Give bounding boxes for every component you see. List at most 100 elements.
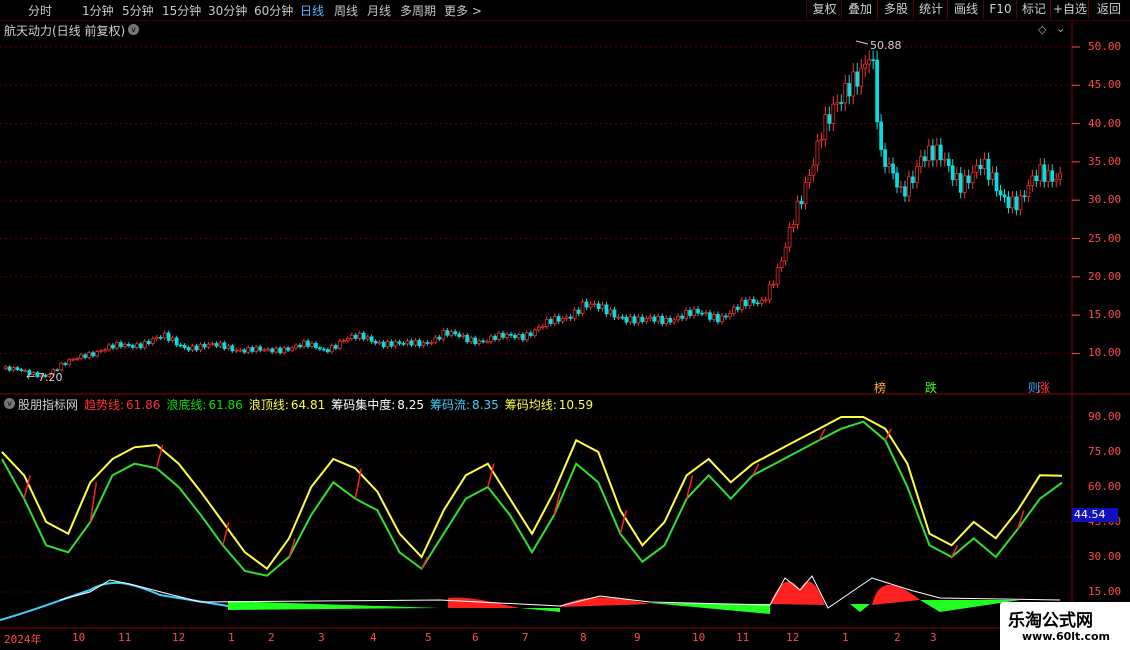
time-axis-label: 11 [736,631,750,644]
candle-body [298,344,302,348]
candle-body [855,71,860,87]
candle-body [166,332,171,341]
candle-body [278,347,282,354]
candle-body [453,331,458,335]
candle-body [210,343,215,345]
candle-body [763,299,768,302]
candle-body [990,172,995,180]
high-marker [855,40,869,45]
candle-body [521,334,525,341]
time-axis-label: 9 [634,631,641,644]
candle-body [314,342,318,349]
time-axis-label: 2024年 [4,633,42,646]
low-price-label: 7.20 [38,371,63,384]
candle-body [946,158,951,167]
candle-body [644,318,649,322]
candle-body [648,316,653,320]
candle-body [1006,196,1011,209]
candle-body [286,347,290,351]
candle-body [477,340,481,345]
candle-body [115,342,119,349]
candle-body [1050,170,1055,182]
candle-body [564,316,569,319]
candle-body [365,336,370,340]
candle-body [1042,164,1047,182]
candle-body [656,315,661,322]
candle-body [230,345,235,352]
indicator-value-1: 61.86 [208,398,243,412]
candle-body [413,340,418,346]
candle-body [724,315,728,318]
candle-body [19,369,24,372]
price-chart[interactable] [0,0,1130,650]
badge-down[interactable]: 跌 [925,379,937,396]
candle-body [258,346,263,351]
candle-body [87,352,91,358]
badge-rank[interactable]: 榜 [874,379,886,396]
candle-body [532,329,537,336]
candle-body [266,348,271,351]
indicator-name[interactable]: 股朋指标网 [18,396,78,413]
candle-body [747,299,752,307]
candle-body [318,347,322,350]
candle-body [692,308,696,316]
candle-body [326,349,330,353]
candle-body [381,341,386,348]
candle-body [294,344,298,349]
candle-body [7,366,12,371]
candle-body [616,316,621,319]
candle-body [728,312,732,318]
candle-body [998,190,1003,196]
candle-body [385,341,390,348]
candle-body [349,334,354,339]
candle-body [158,336,163,339]
candle-body [67,359,72,365]
candle-body [536,326,541,331]
candle-body [274,347,278,353]
candle-body [668,318,673,323]
candle-body [895,172,899,188]
candle-body [891,163,895,174]
time-axis-label: 3 [930,631,937,644]
candle-body [950,165,955,181]
candle-body [672,319,676,323]
candle-body [401,343,406,345]
candle-body [879,121,883,151]
candle-body [970,171,975,184]
candle-body [445,330,450,336]
price-axis-label: 45.00 [1088,78,1122,92]
candle-body [425,342,430,344]
badge-up[interactable]: 涨 [1038,379,1050,396]
time-axis-label: 10 [692,631,706,644]
time-axis-label: 3 [318,631,325,644]
candle-body [1030,175,1035,186]
indicator-menu-icon[interactable]: v [4,398,15,409]
candle-body [1038,164,1043,182]
candle-body [393,341,398,347]
candle-body [700,312,704,315]
indicator-line-0 [1,416,1063,571]
candle-body [469,337,474,343]
indicator-value-0: 61.86 [126,398,161,412]
price-axis-label: 20.00 [1088,269,1122,283]
candle-body [337,340,342,349]
candle-body [962,175,967,193]
candle-body [676,315,680,321]
watermark-logo: 乐淘公式网 www.60lt.com [1000,602,1130,650]
candle-body [162,332,167,339]
candle-body [704,312,708,315]
candle-body [270,348,275,353]
candle-body [63,363,68,365]
candle-body [186,347,191,351]
candle-body [75,358,79,360]
candle-body [640,316,645,322]
indicator-axis-label: 60.00 [1088,480,1122,493]
time-axis-label: 4 [370,631,377,644]
candle-body [576,309,581,314]
candle-body [596,303,601,309]
candle-body [103,349,107,352]
candle-body [775,267,780,285]
candle-body [875,59,879,123]
candle-body [799,200,804,205]
candle-body [839,102,844,104]
